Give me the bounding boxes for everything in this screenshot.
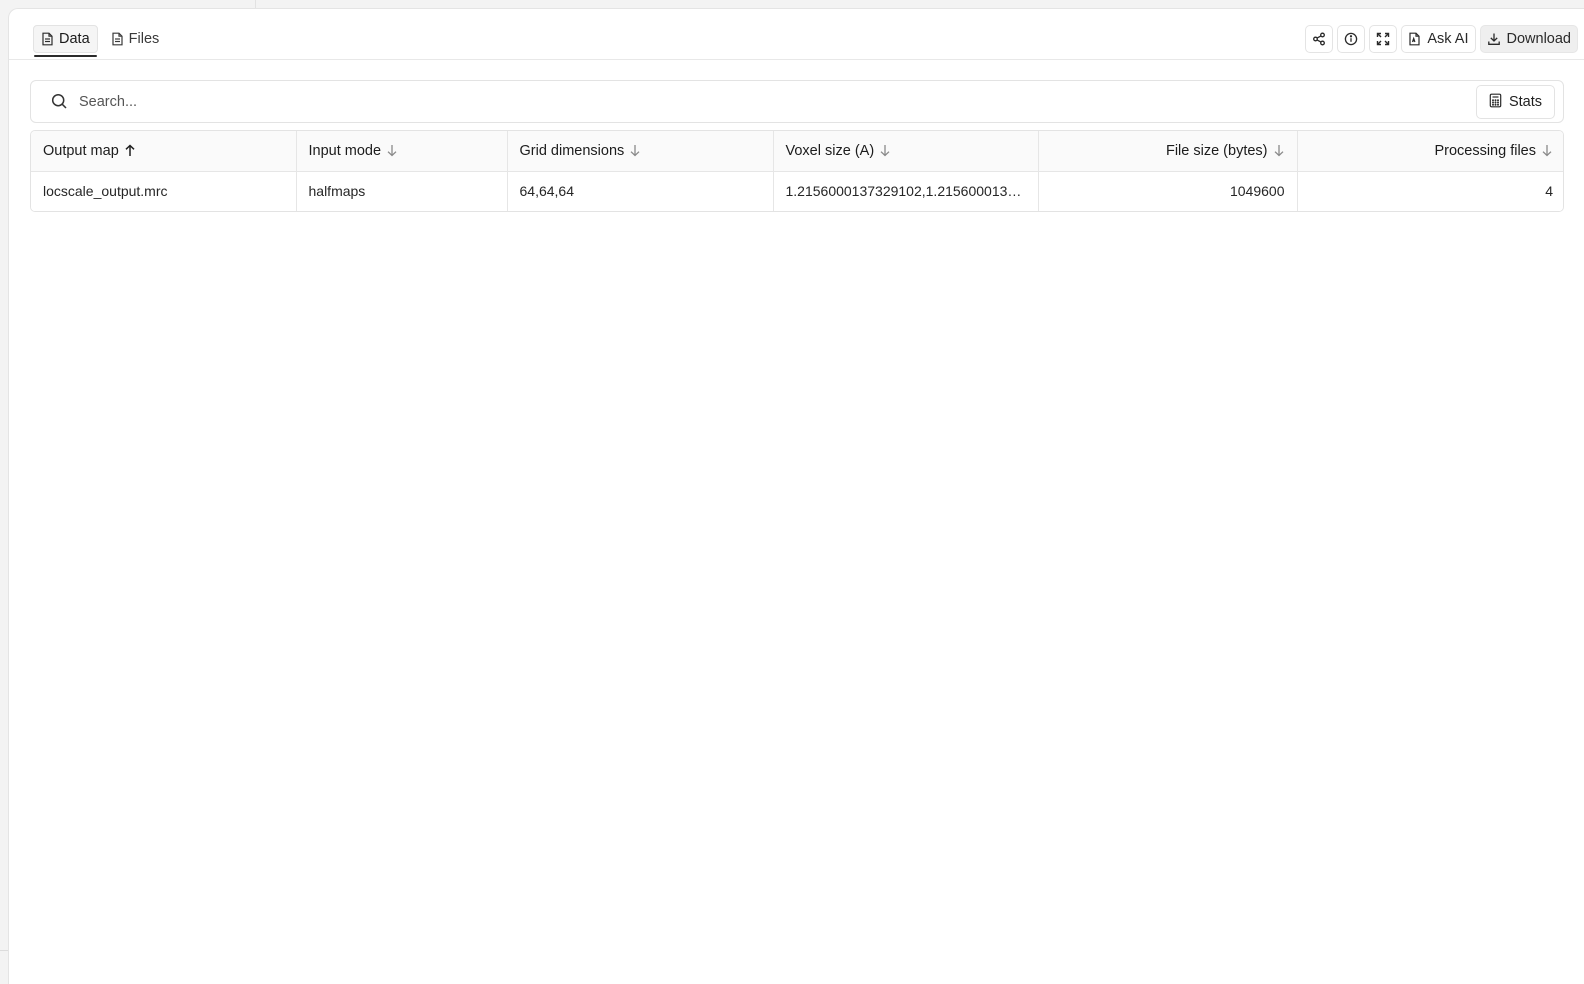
info-button[interactable] [1337,25,1366,53]
calculator-icon [1489,93,1502,112]
column-header-voxel-size[interactable]: Voxel size (A) [773,131,1039,172]
tab-data[interactable]: Data [33,25,98,57]
expand-icon [1376,32,1390,46]
cell-file-size: 1049600 [1038,171,1298,211]
toolbar: Ask AI Download [1305,25,1578,53]
stats-button[interactable]: Stats [1475,85,1555,119]
download-label: Download [1506,31,1572,47]
cell-output-map: locscale_output.mrc [31,171,297,211]
sort-ascending-icon [124,144,136,157]
sort-descending-icon [1541,144,1553,157]
cell-input-mode: halfmaps [296,171,508,211]
sort-descending-icon [386,144,398,157]
ask-ai-button[interactable]: Ask AI [1401,25,1476,53]
data-panel: Data Files Ask AI Download Search... Sta… [8,8,1584,984]
search-bar: Stats [30,80,1564,123]
tab-data-label: Data [59,31,90,47]
column-label: Input mode [308,142,382,159]
column-header-grid-dimensions[interactable]: Grid dimensions [507,131,774,172]
tab-bar: Data Files [33,25,167,57]
ai-doc-icon [1408,32,1421,46]
expand-button[interactable] [1369,25,1398,53]
table-row[interactable]: locscale_output.mrc halfmaps 64,64,64 1.… [31,171,1563,211]
column-label: Grid dimensions [519,142,625,159]
panel-header: Data Files Ask AI Download [9,9,1584,60]
info-icon [1344,32,1358,46]
left-strip [0,8,8,984]
top-strip-divider [255,0,256,8]
sort-descending-icon [879,144,891,157]
column-label: Output map [43,142,119,159]
cell-grid-dimensions: 64,64,64 [507,171,774,211]
column-header-file-size[interactable]: File size (bytes) [1038,131,1298,172]
download-icon [1487,32,1501,46]
tab-files[interactable]: Files [104,25,167,53]
table-header-row: Output map Input mode Grid dimensions Vo… [31,131,1563,172]
download-button[interactable]: Download [1479,25,1578,53]
tab-files-label: Files [128,31,160,47]
file-data-icon [41,32,54,46]
left-strip-divider [0,950,8,951]
share-button[interactable] [1305,25,1334,53]
column-label: Voxel size (A) [785,142,875,159]
column-header-processing-files[interactable]: Processing files [1297,131,1563,172]
ask-ai-label: Ask AI [1427,31,1469,47]
sort-descending-icon [1273,144,1285,157]
sort-descending-icon [629,144,641,157]
file-icon [111,32,124,46]
column-header-output-map[interactable]: Output map [31,131,297,172]
column-label: Processing files [1434,142,1536,159]
column-label: File size (bytes) [1165,142,1268,159]
search-input[interactable] [77,87,1447,117]
stats-label: Stats [1508,94,1542,110]
column-header-input-mode[interactable]: Input mode [296,131,508,172]
search-icon [51,93,68,115]
data-table: Output map Input mode Grid dimensions Vo… [30,130,1564,212]
cell-voxel-size: 1.2156000137329102,1.2156000137329102,1.… [773,171,1039,211]
top-strip [0,0,1584,8]
cell-processing-files: 4 [1297,171,1563,211]
share-icon [1312,32,1326,46]
